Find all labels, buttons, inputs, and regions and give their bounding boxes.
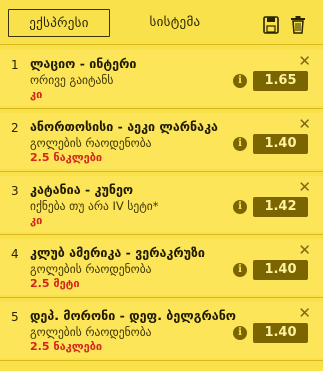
match-title: ანორთოსისი - აეკი ლარნაკა [30, 119, 218, 134]
market-name: გოლების რაოდენობა [30, 262, 152, 276]
market-name: ორივე გაიტანს [30, 73, 114, 87]
bet-number: 4 [11, 247, 19, 261]
tab-express[interactable]: ექსპრესი [8, 9, 110, 37]
save-icon[interactable] [263, 16, 279, 34]
selection-pick: კი [30, 88, 43, 101]
info-icon[interactable]: i [233, 263, 247, 277]
odds-button[interactable]: 1.40 [253, 134, 308, 154]
bet-number: 2 [11, 121, 19, 135]
divider [0, 171, 323, 172]
tab-system[interactable]: სისტემა [120, 9, 230, 37]
info-icon[interactable]: i [233, 74, 247, 88]
info-icon[interactable]: i [233, 326, 247, 340]
market-name: გოლების რაოდენობა [30, 136, 152, 150]
odds-button[interactable]: 1.42 [253, 197, 308, 217]
divider [0, 297, 323, 298]
close-icon[interactable]: ✕ [298, 52, 311, 70]
bet-card: 2 ანორთოსისი - აეკი ლარნაკა გოლების რაოდ… [0, 113, 323, 169]
bet-card: 5 დეპ. მორონი - დეფ. ბელგრანო გოლების რა… [0, 302, 323, 358]
bet-card: 1 ლაციო - ინტერი ორივე გაიტანს კი ✕ i 1.… [0, 50, 323, 106]
divider [0, 234, 323, 235]
selection-pick: კი [30, 214, 43, 227]
bet-card: 4 კლუბ ამერიკა - ვერაკრუზი გოლების რაოდე… [0, 239, 323, 295]
close-icon[interactable]: ✕ [298, 115, 311, 133]
close-icon[interactable]: ✕ [298, 241, 311, 259]
trash-icon[interactable] [290, 16, 306, 34]
divider [0, 44, 323, 45]
selection-pick: 2.5 ნაკლები [30, 151, 103, 164]
match-title: კლუბ ამერიკა - ვერაკრუზი [30, 245, 205, 260]
info-icon[interactable]: i [233, 200, 247, 214]
divider [0, 360, 323, 361]
market-name: გოლების რაოდენობა [30, 325, 152, 339]
betslip-header: ექსპრესი სისტემა [0, 0, 323, 44]
match-title: კატანია - კუნეო [30, 182, 134, 197]
odds-button[interactable]: 1.40 [253, 260, 308, 280]
selection-pick: 2.5 ნაკლები [30, 340, 103, 353]
close-icon[interactable]: ✕ [298, 178, 311, 196]
selection-pick: 2.5 მეტი [30, 277, 80, 290]
market-name: იქნება თუ არა IV სეტი* [30, 199, 159, 213]
info-icon[interactable]: i [233, 137, 247, 151]
bet-number: 1 [11, 58, 19, 72]
divider [0, 108, 323, 109]
match-title: ლაციო - ინტერი [30, 56, 137, 71]
odds-button[interactable]: 1.40 [253, 323, 308, 343]
close-icon[interactable]: ✕ [298, 304, 311, 322]
match-title: დეპ. მორონი - დეფ. ბელგრანო [30, 308, 236, 323]
odds-button[interactable]: 1.65 [253, 71, 308, 91]
bet-number: 5 [11, 310, 19, 324]
bet-number: 3 [11, 184, 19, 198]
bet-card: 3 კატანია - კუნეო იქნება თუ არა IV სეტი*… [0, 176, 323, 232]
